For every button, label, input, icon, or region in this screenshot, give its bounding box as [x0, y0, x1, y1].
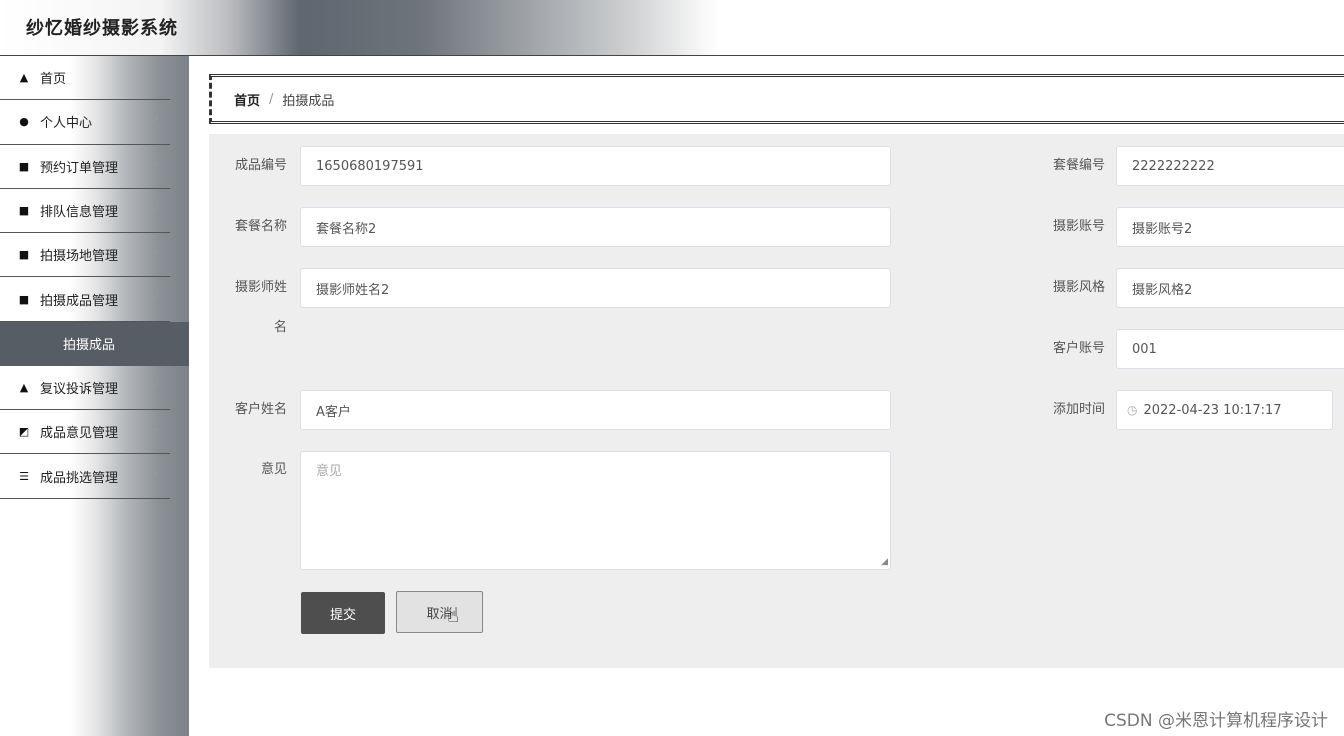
breadcrumb: 首页 / 拍摄成品 — [209, 74, 1344, 124]
customer-account-field[interactable]: 001 — [1116, 329, 1344, 369]
photo-style-label: 摄影风格 — [1052, 280, 1105, 295]
user-icon: ▲ — [19, 380, 29, 394]
product-no-field[interactable]: 1650680197591 — [300, 146, 891, 186]
submit-button[interactable]: 提交 — [301, 592, 385, 634]
photographer-name-label: 摄影师姓 — [234, 280, 287, 295]
grid-icon: ■ — [18, 292, 30, 306]
sidebar-item-label: 首页 — [40, 72, 67, 88]
sidebar-item-label: 个人中心 — [40, 116, 93, 132]
sidebar-item-booking-orders[interactable]: ■ 预约订单管理 ﹀ — [0, 145, 170, 189]
customer-account-label: 客户账号 — [1052, 341, 1105, 356]
list-icon: ☰ — [19, 469, 29, 483]
sidebar-item-label: 成品意见管理 — [40, 426, 119, 442]
photographer-name-label-wrap: 名 — [273, 320, 287, 335]
sidebar-item-label: 拍摄场地管理 — [40, 249, 119, 265]
customer-name-label: 客户姓名 — [234, 402, 287, 417]
breadcrumb-home[interactable]: 首页 — [234, 90, 260, 109]
sidebar: ▲ 首页 ● 个人中心 ﹀ ■ 预约订单管理 ﹀ ■ 排队信息管理 ﹀ ■ 拍摄… — [0, 56, 189, 736]
sidebar-item-label: 预约订单管理 — [40, 160, 119, 176]
watermark: CSDN @米恩计算机程序设计 — [1104, 711, 1328, 731]
sidebar-item-label: 成品挑选管理 — [40, 470, 119, 486]
cancel-button[interactable]: 取消 — [396, 591, 483, 633]
sidebar-item-product-opinions[interactable]: ◩ 成品意见管理 ﹀ — [0, 410, 170, 455]
sidebar-item-complaints[interactable]: ▲ 复议投诉管理 ﹀ — [0, 366, 170, 411]
opinion-textarea[interactable]: 意见 ◢ — [300, 451, 891, 570]
sidebar-item-shooting-products[interactable]: ■ 拍摄成品管理 ﹀ — [0, 277, 170, 322]
grid-icon: ■ — [18, 248, 30, 262]
resize-handle-icon[interactable]: ◢ — [881, 558, 888, 567]
add-time-label: 添加时间 — [1052, 402, 1105, 417]
chevron-down-icon: ﹀ — [148, 428, 158, 440]
chart-icon: ◩ — [18, 425, 30, 439]
home-icon: ▲ — [19, 71, 29, 85]
photo-account-label: 摄影账号 — [1052, 219, 1105, 234]
chevron-down-icon: ﹀ — [148, 472, 158, 484]
sidebar-item-label: 拍摄成品管理 — [40, 293, 119, 309]
package-no-label: 套餐编号 — [1052, 158, 1105, 173]
app-title: 纱忆婚纱摄影系统 — [26, 18, 178, 39]
photographer-name-field[interactable]: 摄影师姓名2 — [300, 268, 891, 308]
chevron-down-icon: ﹀ — [148, 383, 158, 395]
hand-cursor-icon: ☝ — [447, 603, 460, 627]
package-no-field[interactable]: 2222222222 — [1116, 146, 1344, 186]
grid-icon: ■ — [18, 204, 30, 218]
sidebar-item-personal-center[interactable]: ● 个人中心 ﹀ — [0, 100, 170, 145]
top-header: 纱忆婚纱摄影系统 — [0, 0, 1344, 56]
sidebar-item-label: 排队信息管理 — [40, 205, 119, 221]
sidebar-item-queue-info[interactable]: ■ 排队信息管理 ﹀ — [0, 189, 170, 234]
add-time-value: 2022-04-23 10:17:17 — [1143, 402, 1282, 418]
customer-name-field[interactable]: A客户 — [300, 390, 891, 430]
form-panel: 成品编号 1650680197591 套餐编号 2222222222 套餐名称 … — [209, 134, 1344, 668]
package-name-label: 套餐名称 — [234, 219, 287, 234]
chevron-down-icon: ﹀ — [148, 118, 158, 130]
chevron-down-icon: ﹀ — [148, 162, 158, 174]
sidebar-item-home[interactable]: ▲ 首页 — [0, 56, 170, 101]
grid-icon: ■ — [18, 159, 30, 173]
add-time-picker[interactable]: ◷ 2022-04-23 10:17:17 — [1116, 390, 1333, 430]
opinion-label: 意见 — [260, 462, 287, 477]
sidebar-item-shooting-venue[interactable]: ■ 拍摄场地管理 ﹀ — [0, 233, 170, 278]
breadcrumb-current: 拍摄成品 — [282, 93, 335, 109]
chevron-down-icon: ﹀ — [148, 207, 158, 219]
user-icon: ● — [19, 115, 29, 129]
sidebar-item-label: 复议投诉管理 — [40, 381, 119, 397]
breadcrumb-separator: / — [269, 91, 274, 107]
chevron-down-icon: ﹀ — [148, 251, 158, 263]
sidebar-subitem-shooting-products[interactable]: 拍摄成品 — [0, 321, 189, 366]
package-name-field[interactable]: 套餐名称2 — [300, 207, 891, 247]
opinion-placeholder: 意见 — [316, 464, 343, 479]
chevron-down-icon: ﹀ — [148, 295, 158, 307]
product-no-label: 成品编号 — [234, 158, 287, 173]
sidebar-item-product-selection[interactable]: ☰ 成品挑选管理 ﹀ — [0, 454, 170, 499]
photo-style-field[interactable]: 摄影风格2 — [1116, 268, 1344, 308]
photo-account-field[interactable]: 摄影账号2 — [1116, 207, 1344, 247]
clock-icon: ◷ — [1127, 403, 1138, 417]
